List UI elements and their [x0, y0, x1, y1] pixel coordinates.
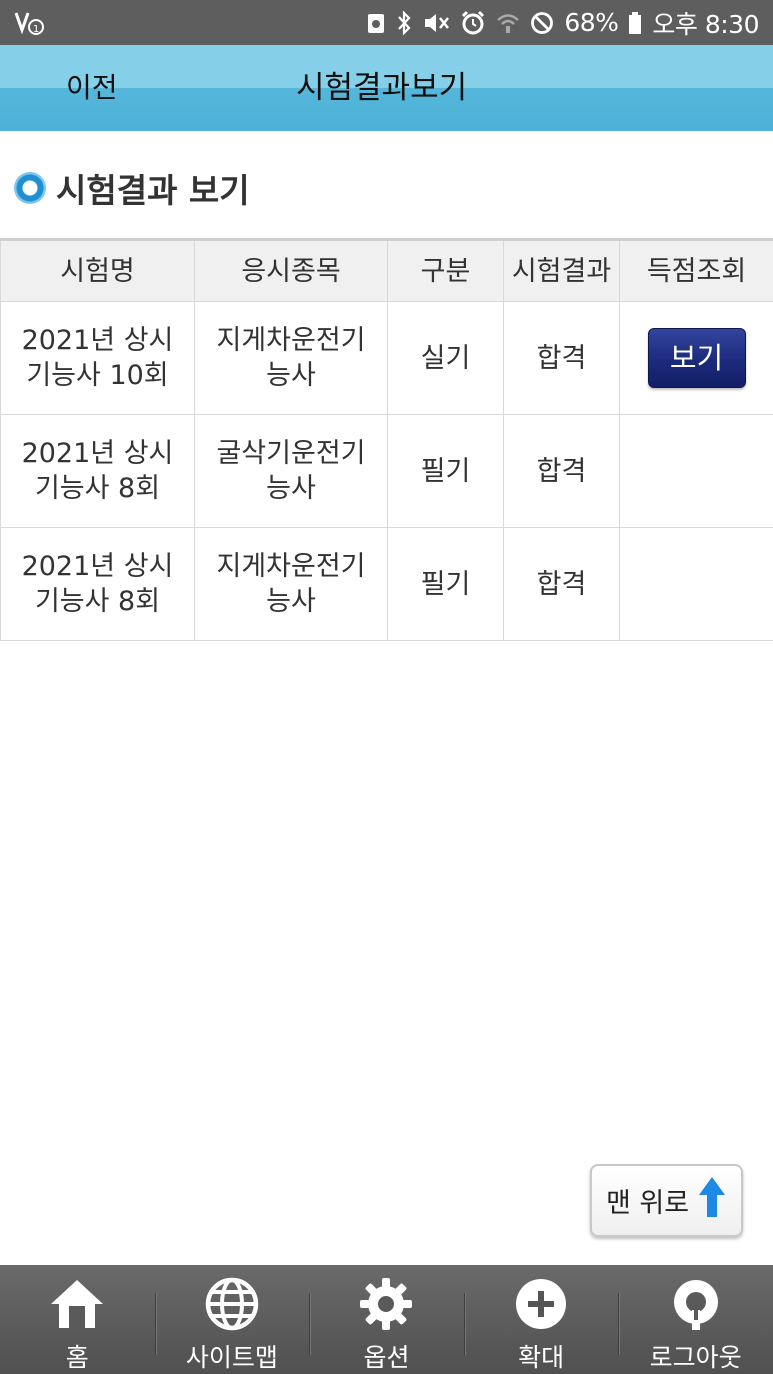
- table-row: 2021년 상시 기능사 8회 지게차운전기 능사 필기 합격: [0, 527, 773, 641]
- logout-icon: [666, 1275, 726, 1332]
- volte-icon: 1: [14, 10, 48, 36]
- blocked-icon: [530, 11, 554, 35]
- score-cell: [619, 414, 773, 528]
- nav-options[interactable]: 옵션: [309, 1265, 464, 1374]
- home-icon: [47, 1275, 107, 1332]
- section-title-text: 시험결과 보기: [56, 171, 250, 210]
- battery-icon: [628, 11, 642, 35]
- page-title: 시험결과보기: [296, 70, 468, 106]
- subject-cell: 지게차운전기 능사: [194, 527, 388, 641]
- gear-icon: [356, 1275, 416, 1332]
- table-header-row: 시험명 응시종목 구분 시험결과 득점조회: [0, 238, 773, 302]
- status-bar: 1 68% 오후 8:30: [0, 0, 773, 45]
- mute-icon: [422, 10, 450, 36]
- nav-zoom[interactable]: 확대: [463, 1265, 619, 1374]
- nav-label: 확대: [518, 1343, 565, 1372]
- nav-label: 로그아웃: [649, 1343, 742, 1372]
- result-cell: 합격: [503, 527, 620, 641]
- exam-name-cell: 2021년 상시 기능사 8회: [0, 414, 195, 528]
- app-header: 이전 시험결과보기: [0, 45, 773, 131]
- nav-label: 사이트맵: [185, 1343, 278, 1372]
- clock: 오후 8:30: [652, 9, 759, 39]
- back-to-top-label: 맨 위로: [605, 1188, 690, 1219]
- score-cell: [619, 527, 773, 641]
- alarm-icon: [460, 10, 486, 36]
- arrow-up-icon: [697, 1175, 727, 1226]
- score-cell: 보기: [619, 301, 773, 415]
- exam-name-cell: 2021년 상시 기능사 8회: [0, 527, 195, 641]
- globe-icon: [202, 1275, 262, 1332]
- type-cell: 실기: [387, 301, 504, 415]
- subject-cell: 굴삭기운전기 능사: [194, 414, 388, 528]
- subject-cell: 지게차운전기 능사: [194, 301, 388, 415]
- exam-name-cell: 2021년 상시 기능사 10회: [0, 301, 195, 415]
- nav-sitemap[interactable]: 사이트맵: [154, 1265, 310, 1374]
- table-row: 2021년 상시 기능사 10회 지게차운전기 능사 실기 합격 보기: [0, 301, 773, 415]
- wifi-icon: [496, 11, 520, 35]
- column-header: 시험결과: [503, 238, 620, 302]
- nav-label: 홈: [65, 1343, 89, 1372]
- back-to-top-button[interactable]: 맨 위로: [590, 1164, 743, 1237]
- section-heading: 시험결과 보기: [14, 166, 250, 210]
- bluetooth-icon: [396, 9, 412, 36]
- bullet-icon: [14, 172, 46, 204]
- result-cell: 합격: [503, 414, 620, 528]
- svg-text:1: 1: [33, 24, 39, 35]
- back-button[interactable]: 이전: [66, 45, 118, 131]
- table-row: 2021년 상시 기능사 8회 굴삭기운전기 능사 필기 합격: [0, 414, 773, 528]
- view-score-button[interactable]: 보기: [647, 328, 746, 388]
- result-cell: 합격: [503, 301, 620, 415]
- screenshot-icon: [366, 11, 386, 35]
- type-cell: 필기: [387, 414, 504, 528]
- column-header: 응시종목: [194, 238, 388, 302]
- nav-label: 옵션: [363, 1343, 410, 1372]
- zoom-plus-icon: [511, 1275, 571, 1332]
- nav-home[interactable]: 홈: [0, 1265, 155, 1374]
- type-cell: 필기: [387, 527, 504, 641]
- results-table: 시험명 응시종목 구분 시험결과 득점조회 2021년 상시 기능사 10회 지게…: [0, 238, 773, 641]
- nav-logout[interactable]: 로그아웃: [618, 1265, 773, 1374]
- column-header: 구분: [387, 238, 504, 302]
- column-header: 득점조회: [619, 238, 773, 302]
- bottom-nav: 홈 사이트맵 옵션 확대 로그아웃: [0, 1265, 773, 1374]
- battery-percent: 68%: [564, 8, 619, 37]
- column-header: 시험명: [0, 238, 195, 302]
